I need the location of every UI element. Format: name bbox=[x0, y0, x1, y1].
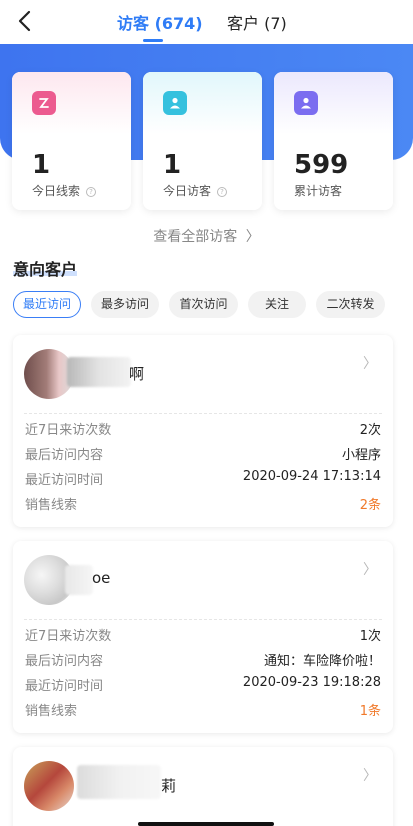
stat-value: 1 bbox=[32, 150, 51, 180]
info-label: 最近访问时间 bbox=[25, 679, 104, 694]
back-arrow-icon[interactable] bbox=[14, 9, 38, 33]
chevron-right-icon: 〉 bbox=[363, 768, 377, 784]
info-row: 销售线索 1条 bbox=[25, 700, 381, 720]
info-row: 近7日来访次数 2次 bbox=[25, 419, 381, 439]
info-label: 近7日来访次数 bbox=[25, 423, 112, 438]
filter-second-share[interactable]: 二次转发 bbox=[316, 291, 385, 318]
info-label: 最近访问时间 bbox=[25, 473, 104, 488]
stat-label: 累计访客 bbox=[294, 184, 343, 198]
tab-customers[interactable]: 客户 (7) bbox=[227, 10, 287, 34]
stat-label: 今日访客 bbox=[163, 184, 212, 198]
help-icon[interactable]: ? bbox=[217, 186, 228, 197]
info-value: 2020-09-24 17:13:14 bbox=[242, 469, 381, 484]
filter-followed[interactable]: 关注 bbox=[248, 291, 306, 318]
chevron-right-icon: 〉 bbox=[363, 562, 377, 578]
info-row: 最后访问内容 小程序 bbox=[25, 444, 381, 464]
divider bbox=[24, 619, 382, 620]
redacted-name bbox=[67, 357, 131, 387]
visitor-name: oe bbox=[92, 569, 111, 587]
filter-first-visit[interactable]: 首次访问 bbox=[169, 291, 238, 318]
home-indicator bbox=[138, 822, 274, 826]
visitor-name: 莉 bbox=[161, 777, 177, 795]
info-value: 小程序 bbox=[341, 448, 381, 463]
visitor-card[interactable]: oe 〉 近7日来访次数 1次 最后访问内容 通知：车险降价啦！ 最近访问时间 … bbox=[13, 541, 393, 733]
info-value: 通知：车险降价啦！ bbox=[263, 654, 381, 669]
user-icon bbox=[163, 91, 187, 115]
tab-visitors[interactable]: 访客 (674) bbox=[117, 10, 203, 34]
info-row: 最近访问时间 2020-09-23 19:18:28 bbox=[25, 675, 381, 695]
stat-value: 1 bbox=[163, 150, 182, 180]
info-row: 销售线索 2条 bbox=[25, 494, 381, 514]
filter-recent-visit[interactable]: 最近访问 bbox=[13, 291, 81, 318]
info-label: 最后访问内容 bbox=[25, 654, 104, 669]
section-title: 意向客户 bbox=[13, 260, 78, 279]
redacted-name bbox=[77, 765, 161, 799]
lead-icon bbox=[32, 91, 56, 115]
info-label: 销售线索 bbox=[25, 498, 78, 513]
info-value: 2次 bbox=[359, 423, 381, 438]
view-all-label: 查看全部访客 bbox=[153, 229, 238, 245]
info-value: 1次 bbox=[359, 629, 381, 644]
help-icon[interactable]: ? bbox=[86, 186, 97, 197]
stat-card-today-leads[interactable]: 1 今日线索? bbox=[12, 72, 131, 210]
stat-card-total-visitors[interactable]: 599 累计访客 bbox=[274, 72, 393, 210]
info-label: 销售线索 bbox=[25, 704, 78, 719]
sales-lead-count: 2条 bbox=[359, 498, 381, 513]
info-label: 最后访问内容 bbox=[25, 448, 104, 463]
chevron-right-icon: 〉 bbox=[363, 356, 377, 372]
info-label: 近7日来访次数 bbox=[25, 629, 112, 644]
user-group-icon bbox=[294, 91, 318, 115]
stat-value: 599 bbox=[294, 150, 349, 180]
visitor-card[interactable]: 啊 〉 近7日来访次数 2次 最后访问内容 小程序 最近访问时间 2020-09… bbox=[13, 335, 393, 527]
view-all-visitors-link[interactable]: 查看全部访客 〉 bbox=[0, 226, 413, 246]
chevron-right-icon: 〉 bbox=[245, 229, 260, 245]
info-row: 最后访问内容 通知：车险降价啦！ bbox=[25, 650, 381, 670]
sales-lead-count: 1条 bbox=[359, 704, 381, 719]
avatar bbox=[24, 761, 74, 811]
redacted-name bbox=[65, 565, 93, 595]
active-tab-indicator bbox=[143, 39, 163, 42]
info-value: 2020-09-23 19:18:28 bbox=[242, 675, 381, 690]
filter-most-visits[interactable]: 最多访问 bbox=[91, 291, 159, 318]
stat-label: 今日线索 bbox=[32, 184, 81, 198]
divider bbox=[24, 413, 382, 414]
info-row: 最近访问时间 2020-09-24 17:13:14 bbox=[25, 469, 381, 489]
visitor-name: 啊 bbox=[129, 365, 145, 383]
top-nav-bar: 访客 (674) 客户 (7) bbox=[0, 0, 413, 44]
visitor-card[interactable]: 莉 〉 bbox=[13, 747, 393, 826]
stat-card-today-visitors[interactable]: 1 今日访客? bbox=[143, 72, 262, 210]
info-row: 近7日来访次数 1次 bbox=[25, 625, 381, 645]
